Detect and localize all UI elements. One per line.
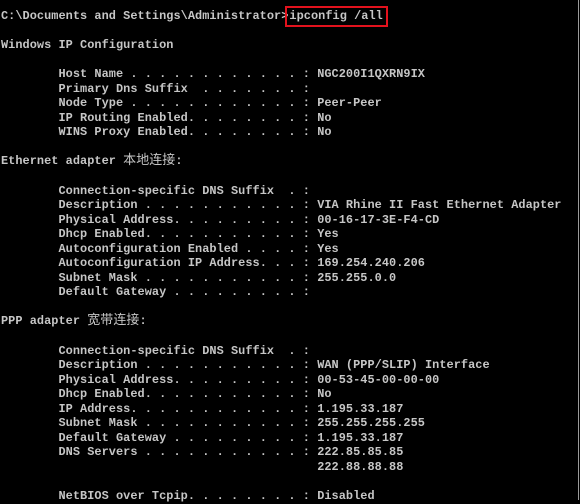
row-label: Default Gateway . . . . . . . . . : bbox=[58, 430, 318, 445]
row-label: NetBIOS over Tcpip. . . . . . . . : bbox=[58, 489, 318, 504]
row-label: Autoconfiguration IP Address. . . : bbox=[58, 256, 318, 271]
ethernet-adapter-heading: Ethernet adapter 本地连接: bbox=[0, 154, 578, 169]
prompt-line: C:\Documents and Settings\Administrator>… bbox=[0, 6, 578, 27]
output-row: NetBIOS over Tcpip. . . . . . . . : Disa… bbox=[0, 489, 578, 504]
heading-suffix: : bbox=[139, 314, 147, 329]
row-value: No bbox=[317, 125, 332, 140]
output-row: Description . . . . . . . . . . . : WAN … bbox=[0, 358, 578, 373]
row-label: Connection-specific DNS Suffix . : bbox=[58, 183, 318, 198]
output-row-wins-proxy: WINS Proxy Enabled. . . . . . . . : No bbox=[0, 125, 578, 140]
row-value: 00-16-17-3E-F4-CD bbox=[317, 212, 440, 227]
prompt-path: C:\Documents and Settings\Administrator> bbox=[1, 9, 289, 23]
highlighted-command: ipconfig /all bbox=[285, 6, 388, 27]
output-row-primary-dns-suffix: Primary Dns Suffix . . . . . . . : bbox=[0, 82, 578, 97]
row-label: IP Address. . . . . . . . . . . . : bbox=[58, 401, 318, 416]
row-value: 222.85.85.85 bbox=[317, 445, 404, 460]
output-row-node-type: Node Type . . . . . . . . . . . . : Peer… bbox=[0, 96, 578, 111]
row-label: Primary Dns Suffix . . . . . . . : bbox=[58, 81, 318, 96]
row-label: Description . . . . . . . . . . . : bbox=[58, 358, 318, 373]
output-row: Physical Address. . . . . . . . . : 00-1… bbox=[0, 213, 578, 228]
row-label: Default Gateway . . . . . . . . . : bbox=[58, 285, 318, 300]
row-value: Yes bbox=[317, 241, 339, 256]
row-label: Dhcp Enabled. . . . . . . . . . . : bbox=[58, 387, 318, 402]
output-row: Subnet Mask . . . . . . . . . . . : 255.… bbox=[0, 416, 578, 431]
output-row: Dhcp Enabled. . . . . . . . . . . : Yes bbox=[0, 227, 578, 242]
output-row: Default Gateway . . . . . . . . . : bbox=[0, 285, 578, 300]
row-label: Description . . . . . . . . . . . : bbox=[58, 198, 318, 213]
output-row: DNS Servers . . . . . . . . . . . : 222.… bbox=[0, 445, 578, 460]
output-row-host-name: Host Name . . . . . . . . . . . . : NGC2… bbox=[0, 67, 578, 82]
row-label: Physical Address. . . . . . . . . : bbox=[58, 212, 318, 227]
output-row: Connection-specific DNS Suffix . : bbox=[0, 344, 578, 359]
output-row: Physical Address. . . . . . . . . : 00-5… bbox=[0, 373, 578, 388]
row-value: No bbox=[317, 387, 332, 402]
row-value: 00-53-45-00-00-00 bbox=[317, 372, 440, 387]
output-row: Connection-specific DNS Suffix . : bbox=[0, 184, 578, 199]
row-label: Dhcp Enabled. . . . . . . . . . . : bbox=[58, 227, 318, 242]
row-value: Yes bbox=[317, 227, 339, 242]
output-row: Subnet Mask . . . . . . . . . . . : 255.… bbox=[0, 271, 578, 286]
row-value: NGC200I1QXRN9IX bbox=[317, 67, 425, 82]
row-label: Autoconfiguration Enabled . . . . : bbox=[58, 241, 318, 256]
row-label: Subnet Mask . . . . . . . . . . . : bbox=[58, 416, 318, 431]
output-row: 222.88.88.88 bbox=[0, 460, 578, 475]
command-prompt-window[interactable]: C:\Documents and Settings\Administrator>… bbox=[0, 0, 579, 503]
row-value: 169.254.240.206 bbox=[317, 256, 425, 271]
output-row: Autoconfiguration Enabled . . . . : Yes bbox=[0, 242, 578, 257]
row-label: IP Routing Enabled. . . . . . . . : bbox=[58, 110, 318, 125]
ppp-adapter-heading: PPP adapter 宽带连接: bbox=[0, 314, 578, 329]
output-row: Dhcp Enabled. . . . . . . . . . . : No bbox=[0, 387, 578, 402]
windows-ip-heading: Windows IP Configuration bbox=[1, 38, 174, 53]
row-value: Peer-Peer bbox=[317, 96, 382, 111]
row-label: Subnet Mask . . . . . . . . . . . : bbox=[58, 270, 318, 285]
adapter-name: 本地连接 bbox=[123, 153, 176, 169]
row-label: Physical Address. . . . . . . . . : bbox=[58, 372, 318, 387]
row-value: 1.195.33.187 bbox=[317, 401, 404, 416]
row-value: 255.255.255.255 bbox=[317, 416, 425, 431]
row-label: Host Name . . . . . . . . . . . . : bbox=[58, 67, 318, 82]
row-value: WAN (PPP/SLIP) Interface bbox=[317, 358, 490, 373]
heading-suffix: : bbox=[175, 154, 183, 169]
row-label: Node Type . . . . . . . . . . . . : bbox=[58, 96, 318, 111]
row-label bbox=[59, 460, 318, 474]
heading-prefix: Ethernet adapter bbox=[1, 154, 124, 169]
output-row: Description . . . . . . . . . . . : VIA … bbox=[0, 198, 578, 213]
row-label: DNS Servers . . . . . . . . . . . : bbox=[58, 445, 318, 460]
row-value: 222.88.88.88 bbox=[317, 459, 404, 474]
row-value: 255.255.0.0 bbox=[317, 270, 397, 285]
output-row: Default Gateway . . . . . . . . . : 1.19… bbox=[0, 431, 578, 446]
output-row-ip-routing: IP Routing Enabled. . . . . . . . : No bbox=[0, 111, 578, 126]
adapter-name: 宽带连接 bbox=[87, 313, 140, 329]
row-value: No bbox=[317, 110, 332, 125]
output-row: IP Address. . . . . . . . . . . . : 1.19… bbox=[0, 402, 578, 417]
row-label: Connection-specific DNS Suffix . : bbox=[58, 343, 318, 358]
output-row: Autoconfiguration IP Address. . . : 169.… bbox=[0, 256, 578, 271]
row-value: Disabled bbox=[317, 489, 375, 504]
heading-prefix: PPP adapter bbox=[1, 314, 88, 329]
row-label: WINS Proxy Enabled. . . . . . . . : bbox=[58, 125, 318, 140]
row-value: VIA Rhine II Fast Ethernet Adapter bbox=[317, 198, 562, 213]
row-value: 1.195.33.187 bbox=[317, 430, 404, 445]
